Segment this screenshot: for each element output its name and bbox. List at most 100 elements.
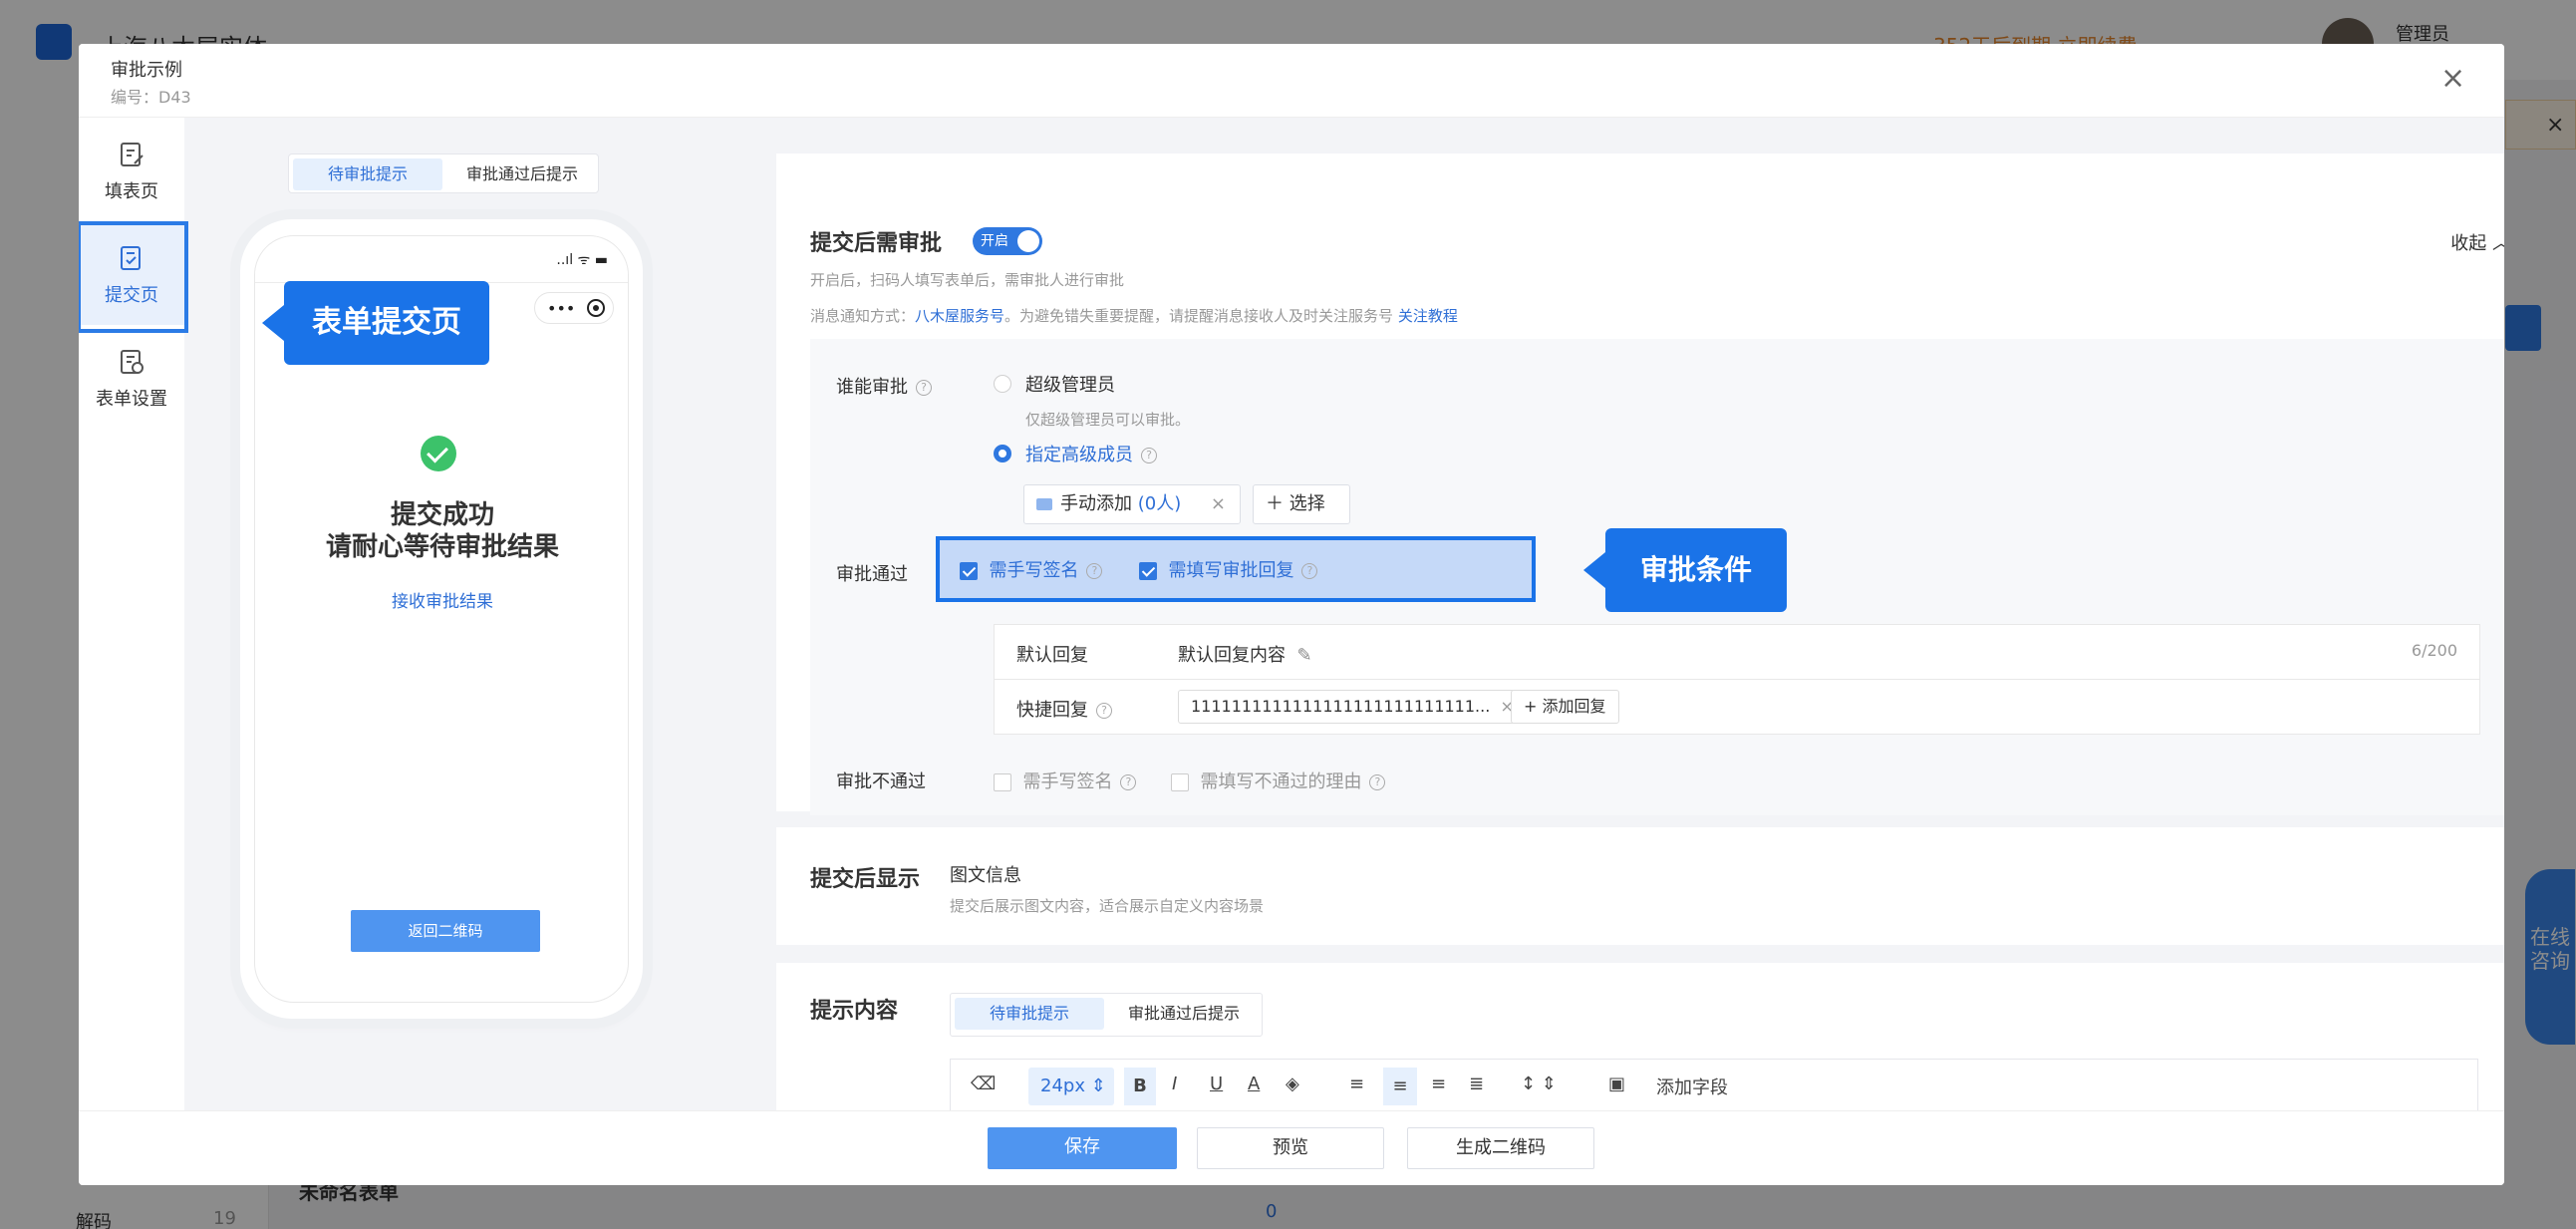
approval-example-modal: 审批示例 编号：D43 × 填表页 提交页 表单设置 待审批提示 审批通过后提示… (79, 44, 2504, 1185)
modal-header: 审批示例 编号：D43 × (79, 44, 2504, 118)
default-reply-value[interactable]: 默认回复内容 ✎ (1178, 641, 1312, 667)
align-left-icon[interactable]: ≡ (1349, 1074, 1364, 1094)
more-icon: ••• (547, 299, 576, 318)
super-admin-hint: 仅超级管理员可以审批。 (1025, 411, 1191, 429)
add-field-button[interactable]: 添加字段 (1656, 1074, 1728, 1099)
close-circle-icon (587, 299, 605, 317)
help-icon[interactable]: ? (1120, 774, 1137, 790)
approval-toggle[interactable]: 开启 (973, 227, 1042, 255)
nav-item-label: 填表页 (105, 181, 158, 202)
italic-icon[interactable]: I (1172, 1074, 1177, 1094)
who-approves-text: 谁能审批 (836, 377, 908, 398)
success-line-1: 提交成功 (390, 500, 494, 530)
radio-designated-members[interactable] (994, 445, 1011, 462)
modal-code: 编号：D43 (111, 88, 191, 107)
bold-icon[interactable]: B (1124, 1068, 1156, 1105)
checkbox (1171, 773, 1189, 791)
select-button[interactable]: ＋ 选择 (1253, 484, 1350, 524)
reject-signature-checkbox[interactable]: 需手写签名? (994, 768, 1137, 793)
opt-super-admin: 超级管理员 (1025, 375, 1115, 396)
approval-section: 提交后需审批 开启 收起 ︿ 开启后，扫码人填写表单后，需审批人进行审批 消息通… (776, 154, 2504, 815)
reject-label: 审批不通过 (836, 771, 926, 792)
quick-reply-tag-text: 1111111111111111111111111111... (1191, 697, 1491, 716)
radio-super-admin[interactable] (994, 375, 1011, 393)
nav-item-label: 提交页 (105, 285, 158, 306)
pass-label: 审批通过 (836, 564, 908, 585)
receive-result-link[interactable]: 接收审批结果 (255, 587, 628, 612)
toggle-label: 开启 (981, 233, 1008, 249)
tips-title: 提示内容 (810, 999, 899, 1024)
display-type[interactable]: 图文信息 (950, 861, 1021, 887)
reject-reason-checkbox[interactable]: 需填写不通过的理由? (1171, 768, 1386, 793)
help-icon[interactable]: ? (1096, 703, 1112, 719)
save-button[interactable]: 保存 (988, 1127, 1177, 1169)
success-check-icon (421, 436, 456, 471)
preview-button[interactable]: 预览 (1197, 1127, 1384, 1169)
help-icon[interactable]: ? (1301, 563, 1318, 579)
reject-reason-text: 需填写不通过的理由 (1200, 771, 1362, 792)
notify-middle: 。为避免错失重要提醒，请提醒消息接收人及时关注服务号 (1004, 307, 1394, 325)
folder-icon (1036, 498, 1052, 510)
help-icon[interactable]: ? (1086, 563, 1103, 579)
help-icon[interactable]: ? (1369, 774, 1386, 790)
generate-qrcode-button[interactable]: 生成二维码 (1407, 1127, 1594, 1169)
success-line-2: 请耐心等待审批结果 (325, 532, 559, 562)
who-approves-label: 谁能审批? (836, 373, 932, 399)
pass-signature-text: 需手写签名 (989, 560, 1079, 581)
collapse-button[interactable]: 收起 ︿ (2450, 229, 2504, 255)
tutorial-link[interactable]: 关注教程 (1398, 307, 1458, 325)
justify-icon[interactable]: ≣ (1469, 1074, 1484, 1094)
image-icon[interactable]: ▣ (1608, 1074, 1625, 1094)
callout-approval-condition: 审批条件 (1583, 528, 1787, 612)
tab-pending-tip[interactable]: 待审批提示 (955, 998, 1104, 1030)
preview-tabs: 待审批提示 审批通过后提示 (288, 154, 599, 193)
highlight-icon[interactable]: ◈ (1286, 1074, 1299, 1094)
checkbox-checked (1139, 562, 1157, 580)
pencil-icon[interactable]: ✎ (1296, 645, 1311, 666)
manual-add-chip[interactable]: 手动添加 (0人) × (1023, 484, 1241, 524)
checkbox (994, 773, 1011, 791)
opt-designated-members: 指定高级成员? (1025, 441, 1157, 466)
tab-approved-tip[interactable]: 审批通过后提示 (448, 158, 596, 190)
default-reply-row: 默认回复 默认回复内容 ✎ 6/200 (994, 624, 2480, 680)
miniprogram-capsule[interactable]: ••• (534, 292, 614, 324)
pass-reply-text: 需填写审批回复 (1168, 560, 1294, 581)
back-to-qrcode-button[interactable]: 返回二维码 (351, 910, 540, 952)
eraser-icon[interactable]: ⌫ (971, 1074, 996, 1094)
tips-tabs: 待审批提示 审批通过后提示 (950, 993, 1263, 1037)
notify-line: 消息通知方式：八木屋服务号。为避免错失重要提醒，请提醒消息接收人及时关注服务号 … (810, 305, 1458, 326)
display-section: 提交后显示 图文信息 提交后展示图文内容，适合展示自定义内容场景 (776, 827, 2504, 945)
align-right-icon[interactable]: ≡ (1431, 1074, 1446, 1094)
tab-approved-tip[interactable]: 审批通过后提示 (1110, 998, 1258, 1030)
nav-item-fill-page[interactable]: 填表页 (79, 118, 184, 221)
tab-pending-tip[interactable]: 待审批提示 (293, 158, 442, 190)
success-title: 提交成功 请耐心等待审批结果 (255, 499, 628, 563)
font-size-select[interactable]: 24px ⇕ (1028, 1068, 1114, 1105)
notify-prefix: 消息通知方式： (810, 307, 916, 325)
add-reply-button[interactable]: + 添加回复 (1511, 690, 1619, 724)
quick-reply-tag[interactable]: 1111111111111111111111111111... × (1178, 690, 1527, 724)
help-icon[interactable]: ? (1141, 448, 1157, 463)
quick-reply-row: 快捷回复? 1111111111111111111111111111... × … (994, 679, 2480, 735)
pass-reply-checkbox[interactable]: 需填写审批回复? (1139, 556, 1318, 582)
font-color-icon[interactable]: A (1248, 1074, 1260, 1094)
nav-item-label: 表单设置 (96, 389, 167, 410)
font-size-value: 24px (1040, 1075, 1085, 1096)
nav-item-submit-page[interactable]: 提交页 (79, 221, 188, 333)
modal-title: 审批示例 (111, 60, 182, 81)
nav-item-form-settings[interactable]: 表单设置 (79, 325, 184, 429)
align-center-icon[interactable]: ≡ (1383, 1068, 1417, 1105)
chip-close-icon[interactable]: × (1211, 485, 1226, 523)
approval-title: 提交后需审批 (810, 231, 943, 256)
display-title: 提交后显示 (810, 867, 921, 892)
reject-signature-text: 需手写签名 (1022, 771, 1113, 792)
service-account-link[interactable]: 八木屋服务号 (915, 307, 1004, 325)
pass-signature-checkbox[interactable]: 需手写签名? (960, 556, 1103, 582)
help-icon[interactable]: ? (916, 380, 932, 396)
close-icon[interactable]: × (2440, 64, 2470, 94)
line-height-icon[interactable]: ↕ ⇕ (1521, 1074, 1557, 1094)
underline-icon[interactable]: U (1210, 1074, 1223, 1094)
quick-reply-text: 快捷回复 (1016, 700, 1088, 721)
designated-text: 指定高级成员 (1025, 445, 1133, 465)
callout-submit-page: 表单提交页 (262, 281, 489, 365)
